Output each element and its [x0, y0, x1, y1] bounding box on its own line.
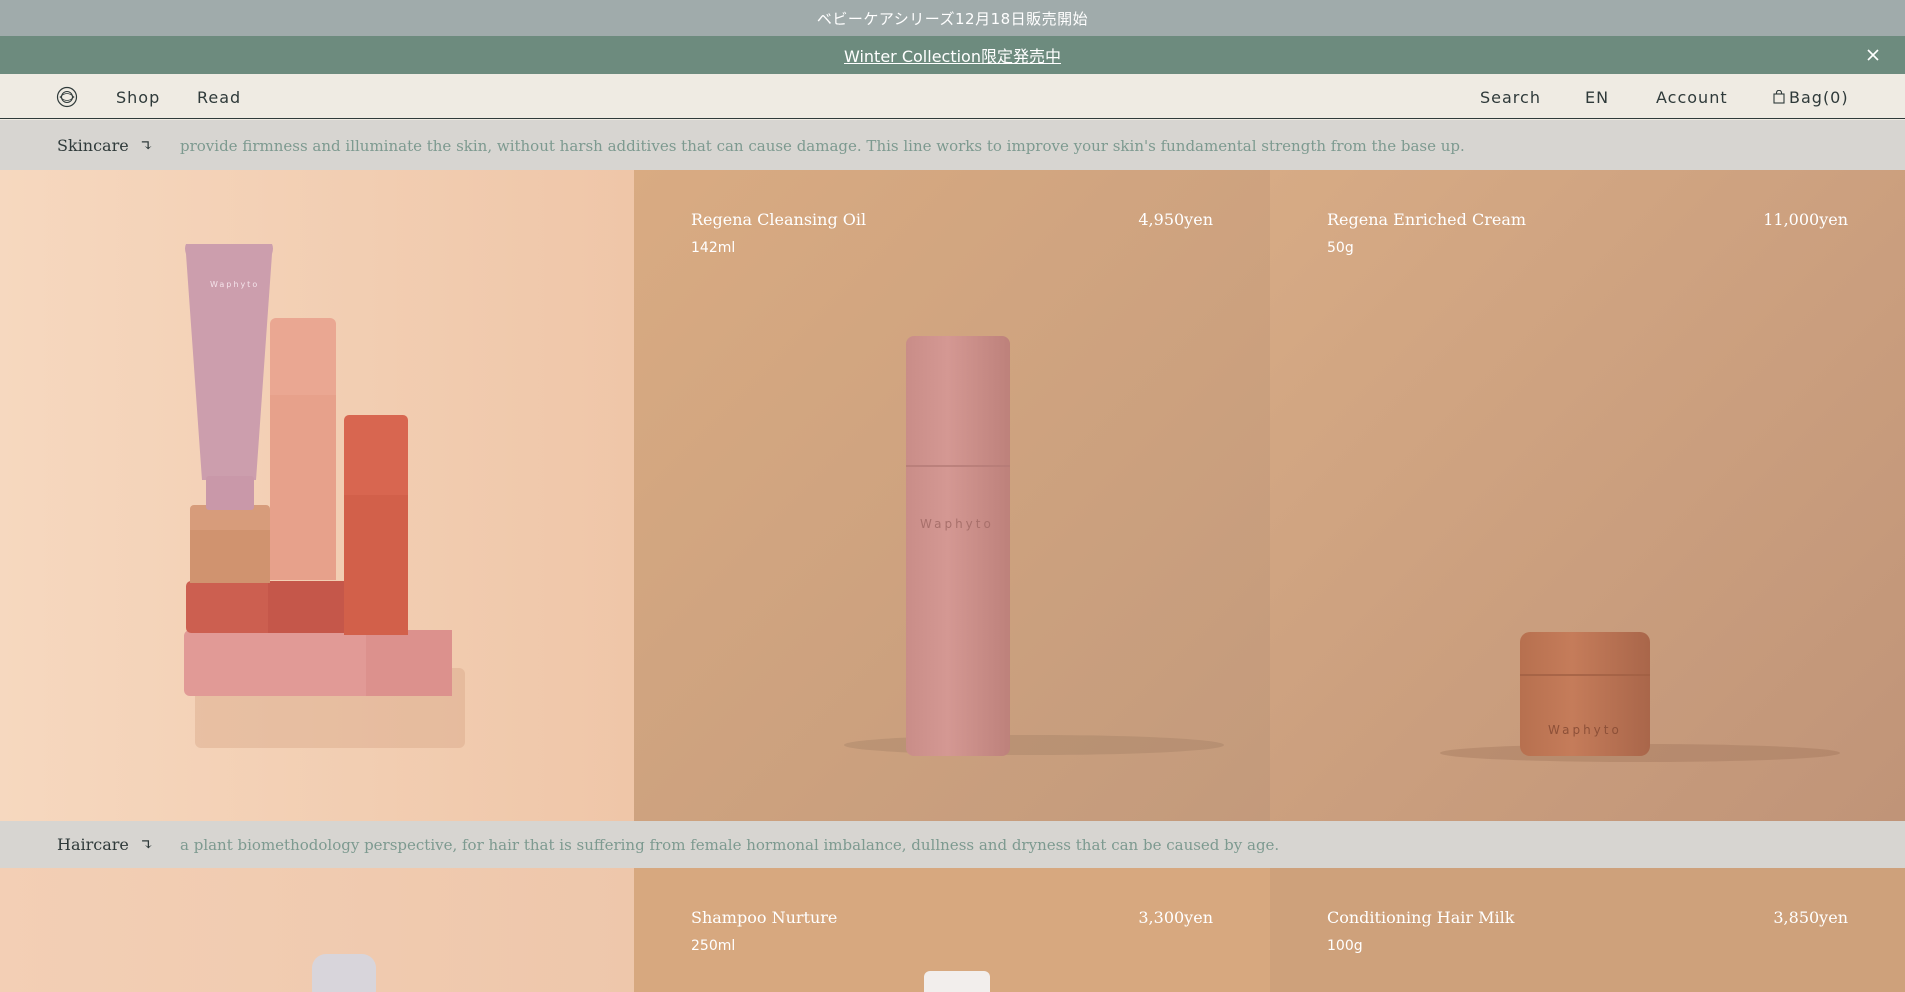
- product-name[interactable]: Shampoo Nurture: [691, 908, 837, 927]
- main-nav: Shop Read Search EN Account Bag(0): [0, 74, 1905, 119]
- announcement-bar: ベビーケアシリーズ12月18日販売開始: [0, 0, 1905, 36]
- nav-shop[interactable]: Shop: [116, 88, 160, 107]
- category-link-skincare[interactable]: Skincare ↴: [57, 136, 153, 155]
- product-name[interactable]: Conditioning Hair Milk: [1327, 908, 1514, 927]
- bag-icon: [1773, 89, 1785, 104]
- product-group-image: Waphyto: [0, 170, 634, 821]
- logo-icon[interactable]: [56, 86, 78, 108]
- bag-label: Bag(0): [1789, 88, 1849, 107]
- category-description: provide firmness and illuminate the skin…: [180, 137, 1465, 155]
- promo-bar: Winter Collection限定発売中: [0, 36, 1905, 74]
- regena-cleansing-oil-image: Waphyto: [634, 170, 1270, 821]
- arrow-down-right-icon: ↴: [139, 835, 154, 854]
- regena-enriched-cream-image: Waphyto: [1270, 170, 1905, 821]
- product-card-conditioning-hair-milk[interactable]: Conditioning Hair Milk 3,850yen 100g: [1270, 868, 1905, 992]
- product-size: 250ml: [691, 938, 736, 954]
- haircare-collection-image[interactable]: [0, 868, 634, 992]
- announcement-text: ベビーケアシリーズ12月18日販売開始: [816, 9, 1089, 28]
- category-label: Skincare: [57, 136, 129, 155]
- product-size: 100g: [1327, 938, 1363, 954]
- promo-link[interactable]: Winter Collection限定発売中: [844, 43, 1061, 67]
- category-label: Haircare: [57, 835, 129, 854]
- arrow-down-right-icon: ↴: [139, 136, 154, 155]
- nav-search[interactable]: Search: [1480, 88, 1541, 107]
- product-price: 3,300yen: [1138, 908, 1213, 927]
- product-card-regena-cleansing-oil[interactable]: Waphyto Regena Cleansing Oil 4,950yen 14…: [634, 170, 1270, 821]
- category-bar-skincare: Skincare ↴ provide firmness and illumina…: [0, 120, 1905, 170]
- product-size: 142ml: [691, 240, 736, 256]
- product-price: 11,000yen: [1763, 210, 1848, 229]
- product-print-text: Waphyto: [920, 517, 994, 531]
- category-description: a plant biomethodology perspective, for …: [180, 836, 1280, 854]
- skincare-collection-image[interactable]: Waphyto: [0, 170, 634, 821]
- product-price: 3,850yen: [1773, 908, 1848, 927]
- product-name[interactable]: Regena Cleansing Oil: [691, 210, 866, 229]
- category-bar-haircare: Haircare ↴ a plant biomethodology perspe…: [0, 821, 1905, 868]
- product-print-text: Waphyto: [210, 280, 259, 289]
- nav-language[interactable]: EN: [1585, 88, 1609, 107]
- product-price: 4,950yen: [1138, 210, 1213, 229]
- product-name[interactable]: Regena Enriched Cream: [1327, 210, 1526, 229]
- haircare-image: [0, 868, 634, 992]
- close-icon[interactable]: [1863, 45, 1883, 65]
- product-card-shampoo-nurture[interactable]: Shampoo Nurture 3,300yen 250ml: [634, 868, 1270, 992]
- category-link-haircare[interactable]: Haircare ↴: [57, 835, 153, 854]
- nav-bag[interactable]: Bag(0): [1773, 88, 1849, 107]
- nav-account[interactable]: Account: [1656, 88, 1728, 107]
- product-size: 50g: [1327, 240, 1354, 256]
- product-card-regena-enriched-cream[interactable]: Waphyto Regena Enriched Cream 11,000yen …: [1270, 170, 1905, 821]
- product-print-text: Waphyto: [1548, 723, 1622, 737]
- nav-read[interactable]: Read: [197, 88, 241, 107]
- shampoo-nurture-image: [634, 868, 1270, 992]
